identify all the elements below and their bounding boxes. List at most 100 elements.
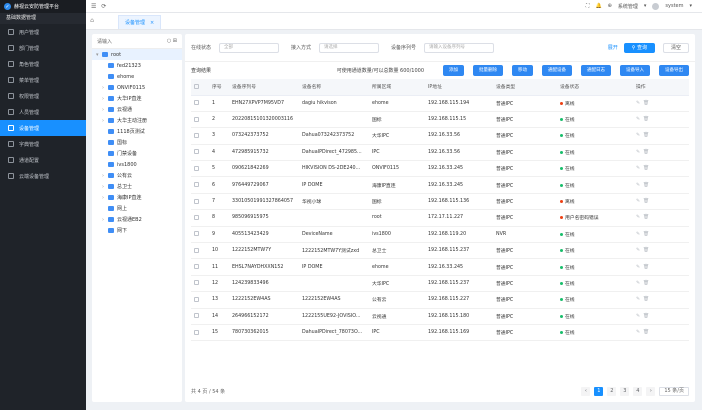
tree-search[interactable]: 请输入 ○ ⊞ (92, 34, 182, 49)
tree-node[interactable]: 网上 (92, 203, 182, 214)
row-checkbox[interactable] (191, 176, 209, 194)
prev-page-button[interactable]: ‹ (581, 386, 591, 396)
online-status-select[interactable]: 全部 (219, 42, 280, 53)
edit-icon[interactable]: ✎ (636, 232, 643, 237)
table-row[interactable]: 12 124239833496 大华IPC 192.168.115.237 普通IPC 在… (191, 275, 689, 293)
row-checkbox[interactable] (191, 275, 209, 293)
delete-icon[interactable]: 🗑 (643, 314, 652, 319)
tree-node[interactable]: › 总卫士 (92, 181, 182, 192)
toolbar-button[interactable]: 通配日志 (581, 65, 611, 76)
edit-icon[interactable]: ✎ (636, 330, 643, 335)
edit-icon[interactable]: ✎ (636, 101, 643, 106)
notification-bell-icon[interactable]: 🔔 (595, 3, 601, 9)
edit-icon[interactable]: ✎ (636, 314, 643, 319)
delete-icon[interactable]: 🗑 (643, 166, 652, 171)
avatar[interactable] (652, 2, 660, 10)
tree-node[interactable]: ehome (92, 71, 182, 82)
reset-button[interactable]: 清空 (662, 42, 689, 53)
search-icon[interactable]: ○ ⊞ (167, 38, 177, 44)
table-row[interactable]: 2 20220815101320003116 国标 192.168.115.15 普通I… (191, 111, 689, 129)
delete-icon[interactable]: 🗑 (643, 330, 652, 335)
refresh-icon[interactable]: ⟳ (101, 3, 106, 10)
row-checkbox[interactable] (191, 144, 209, 162)
expand-filters-link[interactable]: 展开 (608, 44, 618, 51)
tree-search-input[interactable]: 请输入 (97, 38, 112, 45)
edit-icon[interactable]: ✎ (636, 265, 643, 270)
toolbar-button[interactable]: 设备导入 (620, 65, 650, 76)
delete-icon[interactable]: 🗑 (643, 248, 652, 253)
row-checkbox[interactable] (191, 324, 209, 342)
access-mode-select[interactable]: 请选择 (319, 42, 380, 53)
menu-item[interactable]: 菜单管理 (0, 72, 86, 88)
row-checkbox[interactable] (191, 242, 209, 260)
delete-icon[interactable]: 🗑 (643, 215, 652, 220)
tree-node[interactable]: › 海康IP直连 (92, 192, 182, 203)
select-all-checkbox[interactable] (191, 79, 209, 96)
tree-node[interactable]: › 云视通 (92, 104, 182, 115)
close-icon[interactable]: × (150, 20, 154, 26)
table-row[interactable]: 4 472985915732 DahuaIPDirect_472985... IPC 1… (191, 144, 689, 162)
row-checkbox[interactable] (191, 127, 209, 145)
row-checkbox[interactable] (191, 95, 209, 112)
tree-node[interactable]: › 大华主动注册 (92, 115, 182, 126)
edit-icon[interactable]: ✎ (636, 133, 643, 138)
delete-icon[interactable]: 🗑 (643, 297, 652, 302)
tree-node[interactable]: 网下 (92, 225, 182, 236)
menu-item[interactable]: 人员管理 (0, 104, 86, 120)
tree-node[interactable]: › 大华IP直连 (92, 93, 182, 104)
tree-node[interactable]: 国标 (92, 137, 182, 148)
menu-item[interactable]: 部门管理 (0, 40, 86, 56)
row-checkbox[interactable] (191, 226, 209, 244)
row-checkbox[interactable] (191, 258, 209, 276)
delete-icon[interactable]: 🗑 (643, 117, 652, 122)
table-row[interactable]: 6 976449729067 IP DOME 海康IP直连 192.16.33.245 普… (191, 176, 689, 194)
toolbar-button[interactable]: 通配设备 (542, 65, 572, 76)
row-checkbox[interactable] (191, 111, 209, 129)
delete-icon[interactable]: 🗑 (643, 265, 652, 270)
edit-icon[interactable]: ✎ (636, 183, 643, 188)
page-size-select[interactable]: 15 条/页 (659, 386, 689, 396)
delete-icon[interactable]: 🗑 (643, 133, 652, 138)
menu-item[interactable]: 云端设备管理 (0, 168, 86, 184)
menu-item[interactable]: 用户管理 (0, 24, 86, 40)
edit-icon[interactable]: ✎ (636, 297, 643, 302)
edit-icon[interactable]: ✎ (636, 281, 643, 286)
edit-icon[interactable]: ✎ (636, 248, 643, 253)
tree-node[interactable]: fed21323 (92, 60, 182, 71)
query-button[interactable]: ⚲ 查询 (623, 42, 655, 53)
serial-input[interactable]: 请输入设备序列号 (424, 42, 495, 53)
row-checkbox[interactable] (191, 209, 209, 227)
menu-item[interactable]: 角色管理 (0, 56, 86, 72)
home-icon[interactable]: ⌂ (86, 12, 98, 29)
page-button[interactable]: 1 (594, 386, 604, 396)
table-row[interactable]: 10 1222152MTW7Y 1222152MTW7Y测试zxd 总卫士 192.16… (191, 242, 689, 260)
table-row[interactable]: 7 3301050199132786405​7 华视小球 国标 192.168.115.… (191, 193, 689, 211)
next-page-button[interactable]: › (646, 386, 656, 396)
table-row[interactable]: 5 090621842269 HIKVISION DS-2DE240... ONVIF… (191, 160, 689, 178)
page-button[interactable]: 4 (633, 386, 643, 396)
username[interactable]: system (665, 3, 683, 9)
tree-node[interactable]: › ONVIF0115 (92, 82, 182, 93)
table-row[interactable]: 1 EHN27XPVP7M95VD7 dagiu hikvison ehome 192.… (191, 95, 689, 112)
delete-icon[interactable]: 🗑 (643, 150, 652, 155)
row-checkbox[interactable] (191, 308, 209, 325)
tree-node[interactable]: 1118页测试 (92, 126, 182, 137)
delete-icon[interactable]: 🗑 (643, 281, 652, 286)
row-checkbox[interactable] (191, 291, 209, 309)
table-row[interactable]: 3 073242373752 Dahua073242373752 大华IPC 192.1… (191, 127, 689, 145)
delete-icon[interactable]: 🗑 (643, 232, 652, 237)
edit-icon[interactable]: ✎ (636, 150, 643, 155)
edit-icon[interactable]: ✎ (636, 199, 643, 204)
toolbar-button[interactable]: 批量删除 (473, 65, 503, 76)
table-row[interactable]: 13 1222152EW4AS 1222152EW4AS 公有云 192.168.115… (191, 291, 689, 309)
tab-device-management[interactable]: 设备管理 × (118, 15, 162, 29)
page-button[interactable]: 3 (620, 386, 630, 396)
tree-node[interactable]: › 云视通EB2 (92, 214, 182, 225)
table-row[interactable]: 8 985096915975 root 172.17.11.227 普通IPC 用户名密码… (191, 209, 689, 227)
row-checkbox[interactable] (191, 193, 209, 211)
delete-icon[interactable]: 🗑 (643, 183, 652, 188)
row-checkbox[interactable] (191, 160, 209, 178)
tree-node[interactable]: ivs1800 (92, 159, 182, 170)
tree-node[interactable]: › 公有云 (92, 170, 182, 181)
menu-item[interactable]: 通道配置 (0, 152, 86, 168)
